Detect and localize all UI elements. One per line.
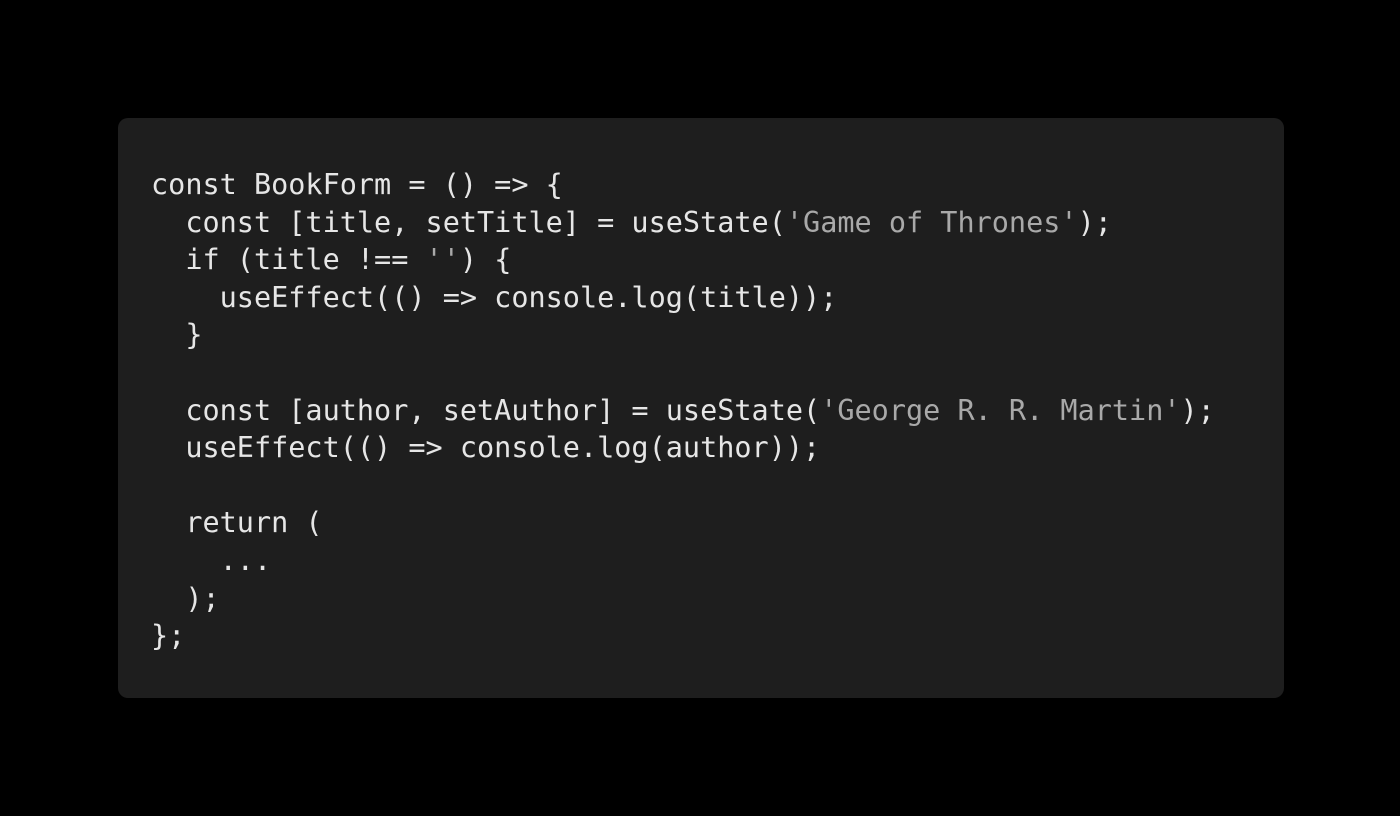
code-line-2: const [title, setTitle] = useState('Game… xyxy=(151,204,1284,242)
code-token: } xyxy=(151,318,203,352)
page-background: const BookForm = () => { const [title, s… xyxy=(0,0,1400,816)
code-token: ) { xyxy=(459,243,512,277)
code-token: const BookForm = () => { xyxy=(151,168,563,201)
code-token: }; xyxy=(151,619,186,653)
string-literal: 'George R. R. Martin' xyxy=(820,393,1181,427)
code-token: useEffect(() => console.log(author)); xyxy=(151,431,821,465)
code-token: ); xyxy=(151,581,220,615)
code-token: useEffect(() => console.log(title)); xyxy=(151,280,838,314)
code-token: return ( xyxy=(151,506,323,540)
code-line-11: ... xyxy=(151,542,1284,580)
code-line-7: const [author, setAuthor] = useState('Ge… xyxy=(151,392,1284,430)
code-line-1: const BookForm = () => { xyxy=(151,166,1284,204)
code-token: const [title, setTitle] = useState( xyxy=(151,205,786,239)
code-token: ); xyxy=(1180,393,1215,427)
code-snippet-card: const BookForm = () => { const [title, s… xyxy=(118,118,1284,698)
code-line-5: } xyxy=(151,316,1284,354)
code-token: ... xyxy=(151,543,272,577)
code-line-10: return ( xyxy=(151,504,1284,542)
code-line-8: useEffect(() => console.log(author)); xyxy=(151,429,1284,467)
code-token: if (title !== xyxy=(151,243,426,277)
code-line-13: }; xyxy=(151,617,1284,655)
string-literal: '' xyxy=(425,243,460,277)
code-token: ); xyxy=(1077,205,1112,239)
code-line-4: useEffect(() => console.log(title)); xyxy=(151,279,1284,317)
string-literal: 'Game of Thrones' xyxy=(785,205,1078,239)
code-line-3: if (title !== '') { xyxy=(151,241,1284,279)
code-block: const BookForm = () => { const [title, s… xyxy=(151,166,1284,655)
code-token: const [author, setAuthor] = useState( xyxy=(151,393,821,427)
code-line-12: ); xyxy=(151,580,1284,618)
